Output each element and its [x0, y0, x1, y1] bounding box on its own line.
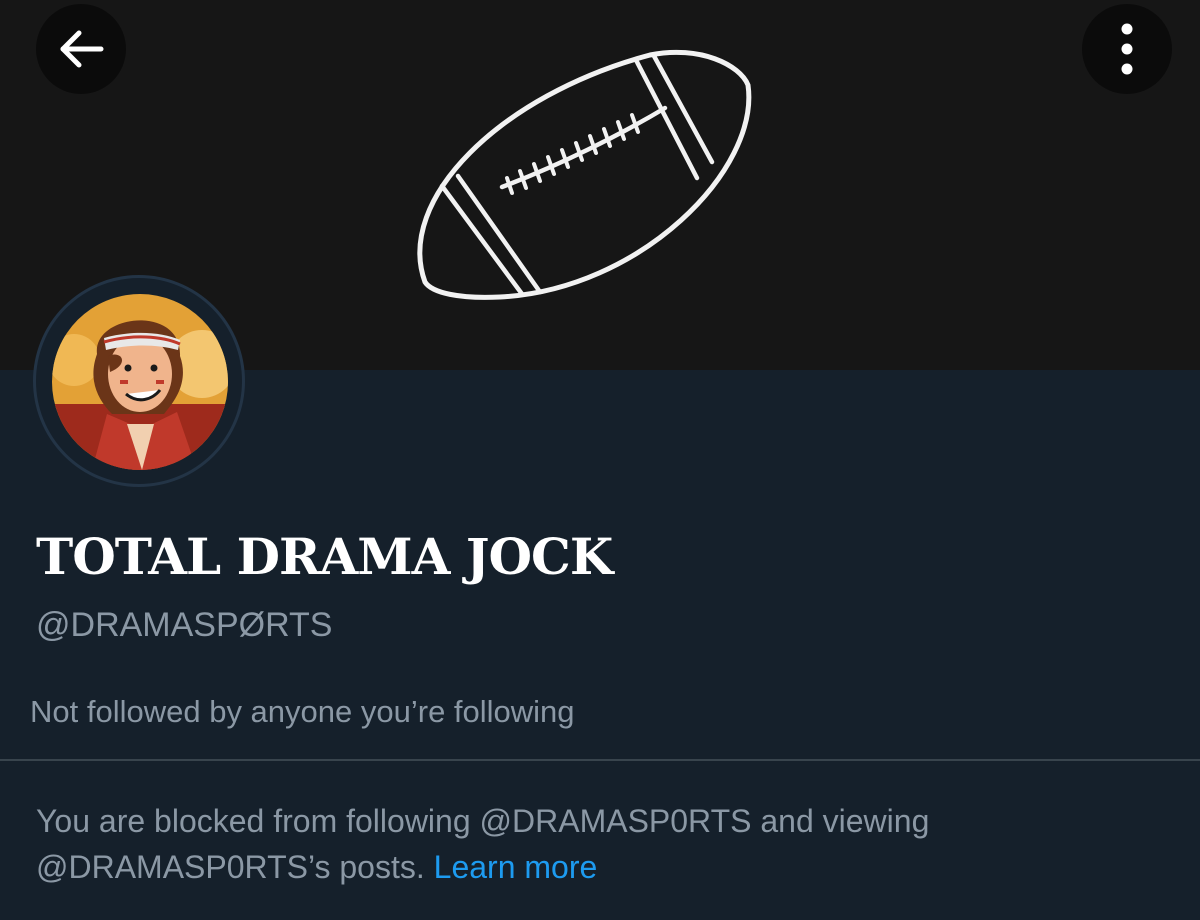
learn-more-link[interactable]: Learn more: [434, 849, 598, 885]
followed-by-info: Not followed by anyone you’re following: [30, 694, 575, 729]
back-button[interactable]: [36, 4, 126, 94]
blocked-notice-line-2: @DRAMASP0RTS’s posts.: [36, 849, 425, 885]
divider: [0, 759, 1200, 761]
arrow-left-icon: [60, 30, 104, 68]
more-options-button[interactable]: [1082, 4, 1172, 94]
blocked-notice: You are blocked from following @DRAMASP0…: [36, 798, 1136, 890]
avatar-image: [52, 294, 228, 470]
blocked-notice-line-1: You are blocked from following @DRAMASP0…: [36, 803, 930, 839]
display-name: TOTAL DRAMA JOCK: [36, 527, 613, 586]
profile-handle: @DRAMASPØRTS: [36, 606, 333, 644]
avatar[interactable]: [52, 294, 228, 470]
more-vertical-icon: [1121, 23, 1133, 75]
